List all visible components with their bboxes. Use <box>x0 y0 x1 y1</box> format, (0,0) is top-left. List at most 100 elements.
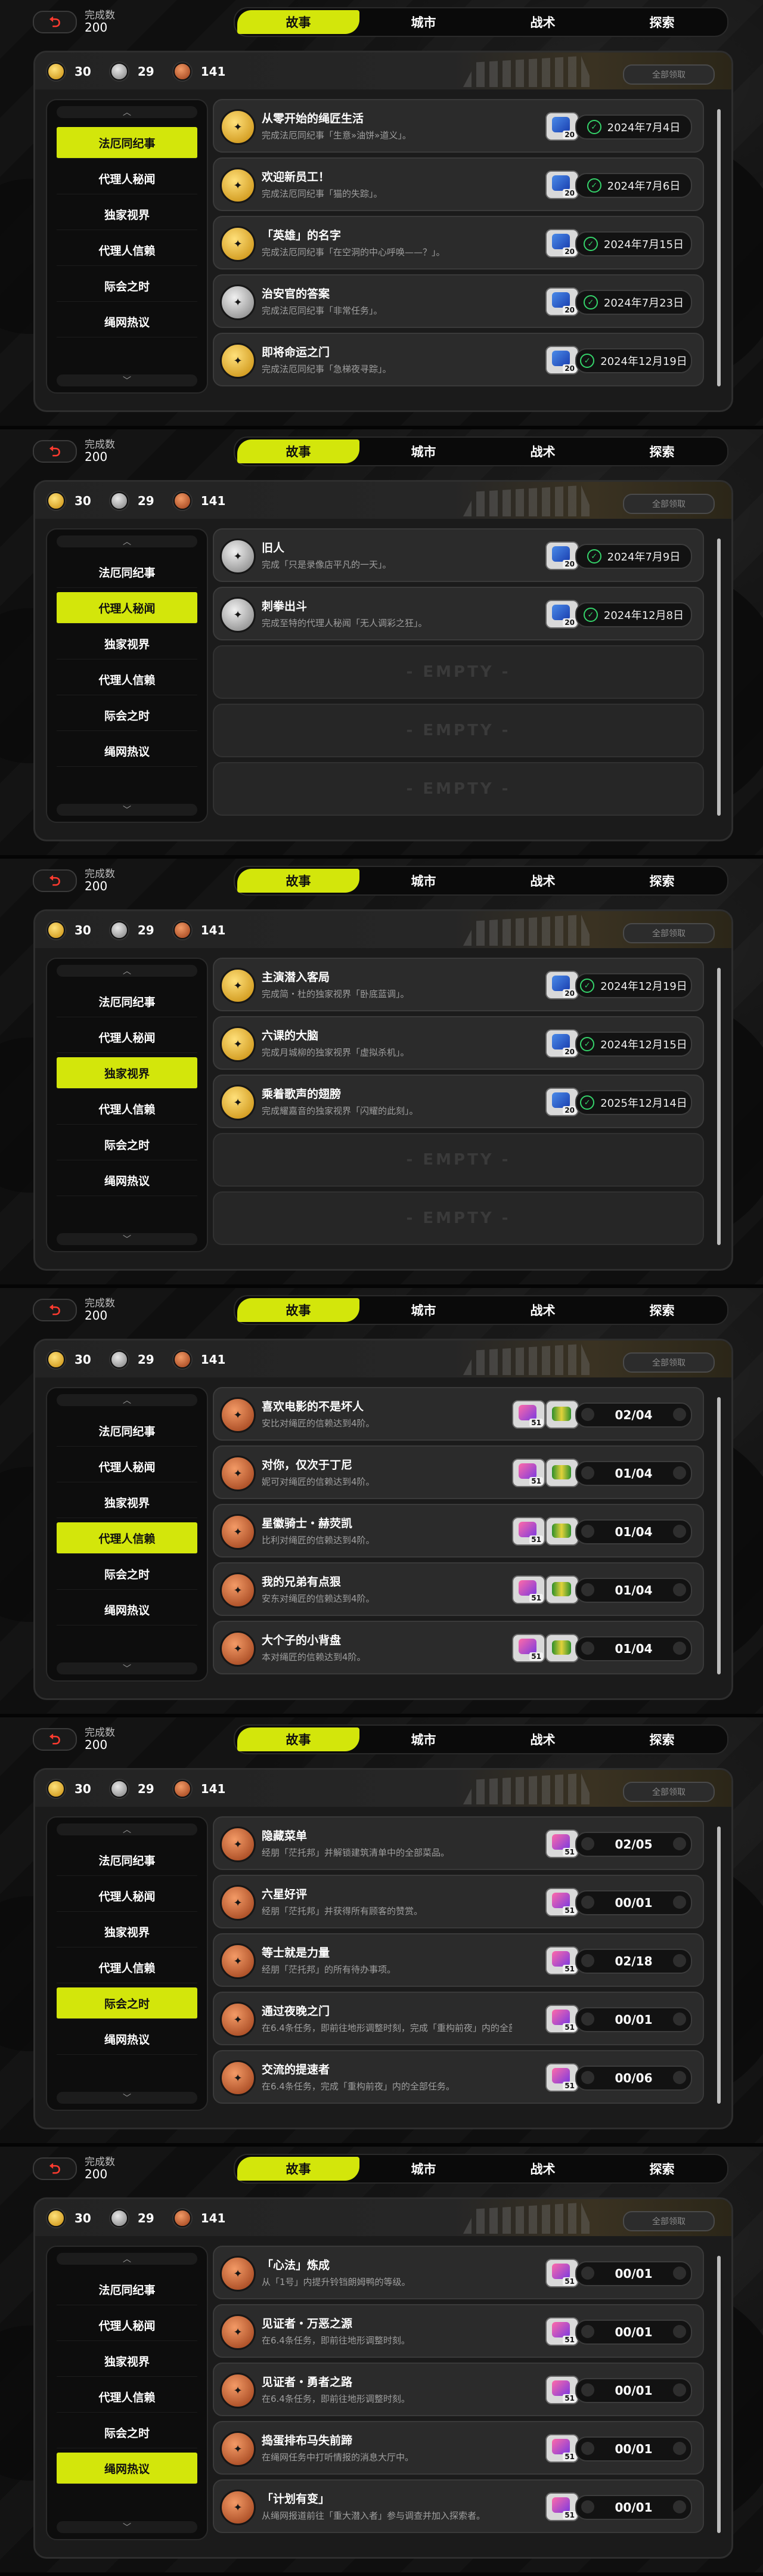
scrollbar-thumb[interactable] <box>717 109 721 386</box>
claim-all-button[interactable]: 全部领取 <box>623 64 715 85</box>
reward-item[interactable]: 20 <box>545 346 579 374</box>
scroll-down-button[interactable]: ﹀ <box>57 1233 197 1245</box>
sidebar-item[interactable]: 独家视界 <box>57 2345 197 2377</box>
achievement-row[interactable]: ✦ 捣蛋排布马失前蹄 在绳网任务中打听情报的消息大厅中。 51 00/01 <box>213 2421 704 2475</box>
tab-city[interactable]: 城市 <box>362 439 485 463</box>
sidebar-item[interactable]: 法厄同纪事 <box>57 127 197 159</box>
tab-tactics[interactable]: 战术 <box>482 2157 604 2181</box>
reward-item[interactable]: 20 <box>545 971 579 999</box>
sidebar-item[interactable]: 独家视界 <box>57 199 197 230</box>
ticket-item[interactable] <box>545 1459 579 1487</box>
tab-story[interactable]: 故事 <box>237 1298 359 1322</box>
reward-item[interactable]: 20 <box>545 287 579 316</box>
scroll-up-button[interactable]: ︿ <box>57 965 197 977</box>
achievement-row[interactable]: ✦ 欢迎新员工！ 完成法厄同纪事「猫的失踪」。 20 ✓ 2024年7月6日 <box>213 157 704 211</box>
achievement-row[interactable]: ✦ 乘着歌声的翅膀 完成耀嘉音的独家视界「闪耀的此刻」。 20 ✓ 2025年12月14日 <box>213 1075 704 1128</box>
sidebar-item[interactable]: 代理人秘闻 <box>57 1021 197 1053</box>
scrollbar-thumb[interactable] <box>717 2256 721 2533</box>
ticket-item[interactable] <box>545 1634 579 1662</box>
scrollbar-thumb[interactable] <box>717 538 721 816</box>
achievement-row[interactable]: ✦ 通过夜晚之门在6.4条任务，即前往地形调整时刻，完成「重构前夜」内的全部关卡。… <box>213 1992 704 2045</box>
achievement-row[interactable]: ✦ 我的兄弟有点狠 安东对绳匠的信赖达到4阶。 51 01/04 <box>213 1562 704 1616</box>
achievement-row[interactable]: ✦ 星徽骑士・赫荧凯 比利对绳匠的信赖达到4阶。 51 01/04 <box>213 1504 704 1558</box>
sidebar-item[interactable]: 代理人秘闻 <box>57 1880 197 1912</box>
back-button[interactable]: ⮌ <box>33 440 77 463</box>
sidebar-item[interactable]: 绳网热议 <box>57 306 197 338</box>
sidebar-item[interactable]: 独家视界 <box>57 1916 197 1948</box>
achievement-row[interactable]: ✦ 旧人 完成「只是录像店平凡的一天」。 20 ✓ 2024年7月9日 <box>213 528 704 582</box>
tab-city[interactable]: 城市 <box>362 1298 485 1322</box>
achievement-row[interactable]: ✦ 六星好评 经朋「茫托邦」并获得所有顾客的赞赏。 51 00/01 <box>213 1875 704 1928</box>
reward-item[interactable]: 20 <box>545 1088 579 1116</box>
tab-tactics[interactable]: 战术 <box>482 10 604 34</box>
scrollbar-thumb[interactable] <box>717 1826 721 2104</box>
sidebar-item[interactable]: 独家视界 <box>57 1057 197 1089</box>
scrollbar[interactable] <box>717 538 721 816</box>
sidebar-item[interactable]: 绳网热议 <box>57 2453 197 2484</box>
scrollbar[interactable] <box>717 2256 721 2533</box>
scroll-up-button[interactable]: ︿ <box>57 2253 197 2265</box>
sidebar-item[interactable]: 绳网热议 <box>57 1165 197 1196</box>
tab-story[interactable]: 故事 <box>237 1727 359 1751</box>
sidebar-item[interactable]: 代理人信赖 <box>57 2381 197 2413</box>
ticket-item[interactable] <box>545 1400 579 1429</box>
reward-item[interactable]: 20 <box>545 541 579 570</box>
tab-story[interactable]: 故事 <box>237 10 359 34</box>
reward-item[interactable]: 51 <box>545 2317 579 2346</box>
ticket-item[interactable] <box>545 1575 579 1604</box>
scroll-down-button[interactable]: ﹀ <box>57 804 197 816</box>
back-button[interactable]: ⮌ <box>33 1299 77 1321</box>
achievement-row[interactable]: ✦ 「心法」炼成 从「1号」内提升铃铛朗姆鸭的等级。 51 00/01 <box>213 2246 704 2299</box>
achievement-row[interactable]: ✦ 治安官的答案 完成法厄同纪事「非常任务」。 20 ✓ 2024年7月23日 <box>213 274 704 328</box>
achievement-row[interactable]: ✦ 隐藏菜单 经朋「茫托邦」并解锁建筑清单中的全部菜品。 51 02/05 <box>213 1816 704 1870</box>
tab-tactics[interactable]: 战术 <box>482 439 604 463</box>
tab-explore[interactable]: 探索 <box>601 2157 723 2181</box>
achievement-row[interactable]: ✦ 对你，仅次于丁尼 妮可对绳匠的信赖达到4阶。 51 01/04 <box>213 1445 704 1499</box>
sidebar-item[interactable]: 际会之时 <box>57 1987 197 2019</box>
sidebar-item[interactable]: 际会之时 <box>57 270 197 302</box>
sidebar-item[interactable]: 法厄同纪事 <box>57 556 197 588</box>
reward-item[interactable]: 20 <box>545 229 579 258</box>
achievement-row[interactable]: ✦ 即将命运之门 完成法厄同纪事「急梯夜寻踪」。 20 ✓ 2024年12月19日 <box>213 333 704 386</box>
back-button[interactable]: ⮌ <box>33 2157 77 2180</box>
reward-item[interactable]: 51 <box>545 2376 579 2404</box>
claim-all-button[interactable]: 全部领取 <box>623 923 715 943</box>
achievement-row[interactable]: ✦ 「计划有变」 从绳网报道前往「重大潜入者」参与调查并加入探索者。 51 00/01 <box>213 2479 704 2533</box>
tab-city[interactable]: 城市 <box>362 10 485 34</box>
scrollbar[interactable] <box>717 1397 721 1674</box>
reward-item[interactable]: 20 <box>545 600 579 628</box>
achievement-row[interactable]: ✦ 主演潜入客局 完成简・杜的独家视界「卧底蓝调」。 20 ✓ 2024年12月19日 <box>213 958 704 1011</box>
scrollbar[interactable] <box>717 109 721 386</box>
claim-all-button[interactable]: 全部领取 <box>623 1782 715 1802</box>
scrollbar[interactable] <box>717 968 721 1245</box>
sidebar-item[interactable]: 际会之时 <box>57 699 197 731</box>
sidebar-item[interactable]: 法厄同纪事 <box>57 986 197 1017</box>
tab-explore[interactable]: 探索 <box>601 10 723 34</box>
reward-item[interactable]: 20 <box>545 1029 579 1058</box>
back-button[interactable]: ⮌ <box>33 11 77 33</box>
claim-all-button[interactable]: 全部领取 <box>623 494 715 514</box>
tab-explore[interactable]: 探索 <box>601 1298 723 1322</box>
reward-item[interactable]: 51 <box>512 1634 545 1662</box>
scrollbar-thumb[interactable] <box>717 968 721 1245</box>
achievement-row[interactable]: ✦ 见证者・万恶之源 在6.4条任务，即前往地形调整时刻。 51 00/01 <box>213 2304 704 2358</box>
ticket-item[interactable] <box>545 1517 579 1546</box>
sidebar-item[interactable]: 代理人秘闻 <box>57 163 197 194</box>
achievement-row[interactable]: ✦ 交流的提速者 在6.4条任务，完成「重构前夜」内的全部任务。 51 00/06 <box>213 2050 704 2104</box>
tab-tactics[interactable]: 战术 <box>482 1727 604 1751</box>
sidebar-item[interactable]: 独家视界 <box>57 628 197 660</box>
tab-story[interactable]: 故事 <box>237 869 359 893</box>
reward-item[interactable]: 20 <box>545 112 579 141</box>
reward-item[interactable]: 51 <box>545 1888 579 1916</box>
tab-city[interactable]: 城市 <box>362 1727 485 1751</box>
scroll-down-button[interactable]: ﹀ <box>57 1662 197 1674</box>
reward-item[interactable]: 51 <box>545 2493 579 2521</box>
scroll-down-button[interactable]: ﹀ <box>57 2092 197 2104</box>
sidebar-item[interactable]: 际会之时 <box>57 1558 197 1590</box>
sidebar-item[interactable]: 法厄同纪事 <box>57 2274 197 2305</box>
tab-story[interactable]: 故事 <box>237 439 359 463</box>
achievement-row[interactable]: ✦ 刺拳出斗 完成至特的代理人秘闻「无人调彩之狂」。 20 ✓ 2024年12月8日 <box>213 587 704 640</box>
sidebar-item[interactable]: 代理人秘闻 <box>57 2309 197 2341</box>
sidebar-item[interactable]: 独家视界 <box>57 1487 197 1518</box>
scrollbar-thumb[interactable] <box>717 1397 721 1674</box>
